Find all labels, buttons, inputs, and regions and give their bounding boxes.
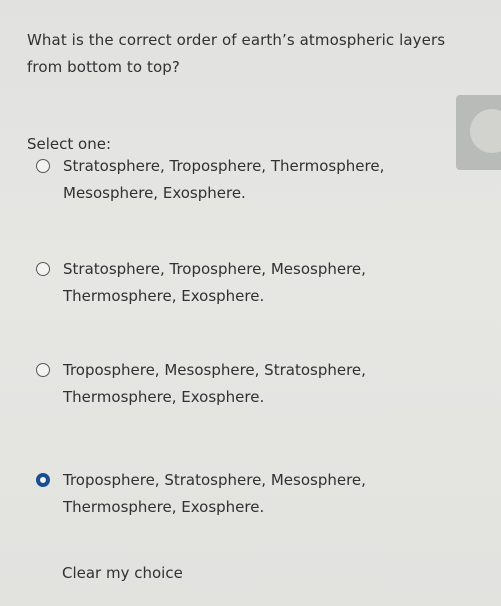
radio-button-icon[interactable] <box>36 363 50 377</box>
answer-option-2[interactable]: Stratosphere, Troposphere, Mesosphere, T… <box>36 256 416 312</box>
question-text: What is the correct order of earth’s atm… <box>27 31 446 76</box>
quiz-page: What is the correct order of earth’s atm… <box>0 0 501 606</box>
answer-option-1[interactable]: Stratosphere, Troposphere, Thermosphere,… <box>36 153 416 209</box>
answer-option-label[interactable]: Stratosphere, Troposphere, Mesosphere, T… <box>63 256 403 310</box>
answer-option-label[interactable]: Troposphere, Stratosphere, Mesosphere, T… <box>63 467 403 521</box>
radio-button-selected-icon[interactable] <box>36 473 50 487</box>
answer-option-4[interactable]: Troposphere, Stratosphere, Mesosphere, T… <box>36 467 416 523</box>
radio-button-icon[interactable] <box>36 262 50 276</box>
side-panel-knob-icon <box>470 109 501 153</box>
answer-option-label[interactable]: Stratosphere, Troposphere, Thermosphere,… <box>63 153 403 207</box>
answer-option-label[interactable]: Troposphere, Mesosphere, Stratosphere, T… <box>63 357 403 411</box>
clear-choice-link[interactable]: Clear my choice <box>62 560 183 587</box>
side-panel-tab[interactable] <box>456 95 501 170</box>
radio-button-icon[interactable] <box>36 159 50 173</box>
answer-option-3[interactable]: Troposphere, Mesosphere, Stratosphere, T… <box>36 357 416 413</box>
